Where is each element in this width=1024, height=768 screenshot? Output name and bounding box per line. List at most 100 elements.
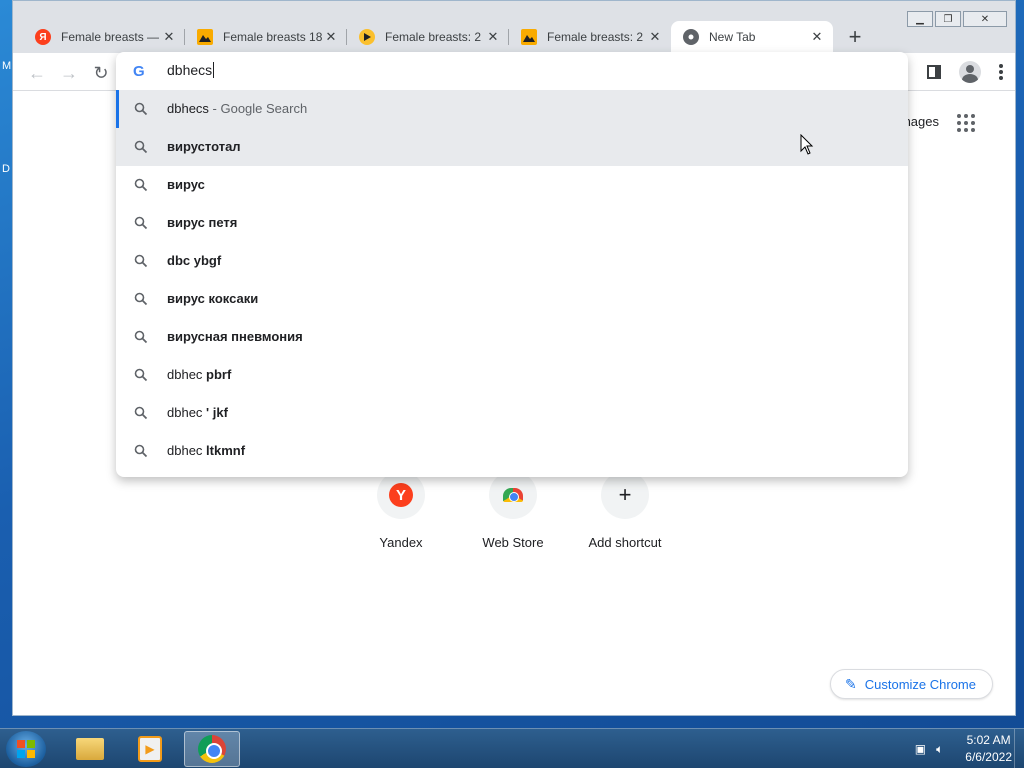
back-button[interactable]: ←	[25, 61, 49, 85]
tab[interactable]: Female breasts 18 ✕	[185, 21, 347, 53]
mouse-cursor-icon	[800, 134, 814, 155]
shortcut-yandex[interactable]: Y Yandex	[345, 471, 457, 550]
close-icon[interactable]: ✕	[647, 29, 663, 45]
omnibox-suggestion[interactable]: dbhec ' jkf	[116, 394, 908, 432]
clock-time: 5:02 AM	[966, 733, 1011, 747]
window-controls: ▁ ❐ ✕	[905, 11, 1007, 27]
new-tab-button[interactable]: +	[841, 23, 869, 51]
address-bar[interactable]: G dbhecs	[116, 52, 908, 90]
volume-icon[interactable]: 🔈︎	[936, 742, 943, 757]
tab-strip: Я Female breasts — ✕ Female breasts 18 ✕…	[23, 21, 869, 53]
side-panel-icon[interactable]	[927, 65, 941, 79]
tab-title: Female breasts —	[61, 30, 160, 44]
search-icon	[134, 368, 148, 382]
reload-button[interactable]: ↻	[89, 61, 113, 85]
search-icon	[134, 330, 148, 344]
chrome-icon	[198, 735, 226, 763]
close-icon[interactable]: ✕	[323, 29, 339, 45]
forward-button[interactable]: →	[57, 61, 81, 85]
profile-avatar[interactable]	[959, 61, 981, 83]
menu-icon[interactable]	[999, 63, 1003, 81]
desktop-icon-labels: M D	[0, 60, 12, 730]
close-icon[interactable]: ✕	[485, 29, 501, 45]
yandex-icon: Y	[389, 483, 413, 507]
omnibox-dropdown: G dbhecs dbhecs - Google Search вирустота…	[116, 52, 908, 477]
window-close-button[interactable]: ✕	[963, 11, 1007, 27]
start-button[interactable]	[6, 731, 46, 767]
tab-title: Female breasts: 2	[385, 30, 482, 44]
tab-title: Female breasts 18	[223, 30, 323, 44]
omnibox-suggestion[interactable]: вирустотал	[116, 128, 908, 166]
taskbar-chrome[interactable]	[184, 731, 240, 767]
shortcut-tile: +	[601, 471, 649, 519]
tab-active[interactable]: New Tab ✕	[671, 21, 833, 53]
suggestion-text: dbhec ' jkf	[167, 405, 228, 420]
chrome-icon	[683, 29, 699, 45]
images-link[interactable]: nages	[904, 114, 939, 129]
omnibox-suggestion[interactable]: вирус	[116, 166, 908, 204]
address-input[interactable]: dbhecs	[167, 62, 215, 78]
google-icon: G	[133, 63, 145, 80]
image-icon	[521, 29, 537, 45]
plus-icon: +	[618, 482, 632, 507]
shortcut-label: Yandex	[379, 535, 423, 550]
clock-date: 6/6/2022	[965, 750, 1012, 764]
omnibox-suggestion[interactable]: dbhec ltkmnf	[116, 432, 908, 470]
shortcut-add[interactable]: + Add shortcut	[569, 471, 681, 550]
network-icon[interactable]: ▣	[915, 742, 926, 756]
desktop-icon-label[interactable]: D	[2, 163, 10, 175]
system-tray: ▣ 🔈︎ 5:02 AM 6/6/2022	[915, 729, 1012, 768]
tab[interactable]: Female breasts: 2 ✕	[347, 21, 509, 53]
tab-title: New Tab	[709, 30, 756, 44]
omnibox-suggestion[interactable]: dbhec pbrf	[116, 356, 908, 394]
yandex-icon: Я	[35, 29, 51, 45]
pencil-icon: ✎	[845, 675, 857, 692]
suggestion-text: dbhecs - Google Search	[167, 101, 308, 116]
clock[interactable]: 5:02 AM 6/6/2022	[965, 732, 1012, 766]
suggestion-text: вирустотал	[167, 139, 241, 154]
customize-chrome-button[interactable]: ✎ Customize Chrome	[830, 669, 993, 699]
suggestion-text: dbc ybgf	[167, 253, 222, 268]
shortcut-web-store[interactable]: Web Store	[457, 471, 569, 550]
folder-icon	[76, 738, 104, 760]
taskbar-explorer[interactable]	[62, 731, 118, 767]
title-bar: Я Female breasts — ✕ Female breasts 18 ✕…	[13, 1, 1015, 53]
suggestion-text: вирус	[167, 177, 205, 192]
search-icon	[134, 254, 148, 268]
image-icon	[197, 29, 213, 45]
show-desktop-button[interactable]	[1014, 729, 1024, 768]
shortcut-tile	[489, 471, 537, 519]
taskbar-media-player[interactable]: ▶	[122, 731, 178, 767]
search-icon	[134, 102, 148, 116]
shortcut-label: Add shortcut	[588, 535, 662, 550]
suggestion-text: dbhec pbrf	[167, 367, 232, 382]
suggestion-text: вирус коксаки	[167, 291, 259, 306]
maximize-button[interactable]: ❐	[935, 11, 961, 27]
close-icon[interactable]: ✕	[809, 29, 825, 45]
tab-title: Female breasts: 2	[547, 30, 644, 44]
search-icon	[134, 406, 148, 420]
search-icon	[134, 140, 148, 154]
minimize-button[interactable]: ▁	[907, 11, 933, 27]
windows-icon	[17, 740, 35, 758]
toolbar-right	[927, 61, 1003, 83]
shortcut-label: Web Store	[482, 535, 544, 550]
tab[interactable]: Я Female breasts — ✕	[23, 21, 185, 53]
tab[interactable]: Female breasts: 2 ✕	[509, 21, 671, 53]
omnibox-suggestion[interactable]: вирусная пневмония	[116, 318, 908, 356]
search-icon	[134, 444, 148, 458]
omnibox-suggestion[interactable]: вирус коксаки	[116, 280, 908, 318]
omnibox-suggestion[interactable]: вирус петя	[116, 204, 908, 242]
suggestion-text: вирус петя	[167, 215, 238, 230]
omnibox-suggestion[interactable]: dbc ybgf	[116, 242, 908, 280]
web-store-icon	[503, 488, 523, 502]
media-player-icon: ▶	[138, 736, 162, 762]
taskbar: ▶ ▣ 🔈︎ 5:02 AM 6/6/2022	[0, 728, 1024, 768]
apps-grid-icon[interactable]	[957, 114, 975, 132]
shortcut-tile: Y	[377, 471, 425, 519]
search-icon	[134, 178, 148, 192]
search-icon	[134, 292, 148, 306]
desktop-icon-label[interactable]: M	[2, 60, 11, 72]
omnibox-suggestion[interactable]: dbhecs - Google Search	[116, 90, 908, 128]
close-icon[interactable]: ✕	[161, 29, 177, 45]
